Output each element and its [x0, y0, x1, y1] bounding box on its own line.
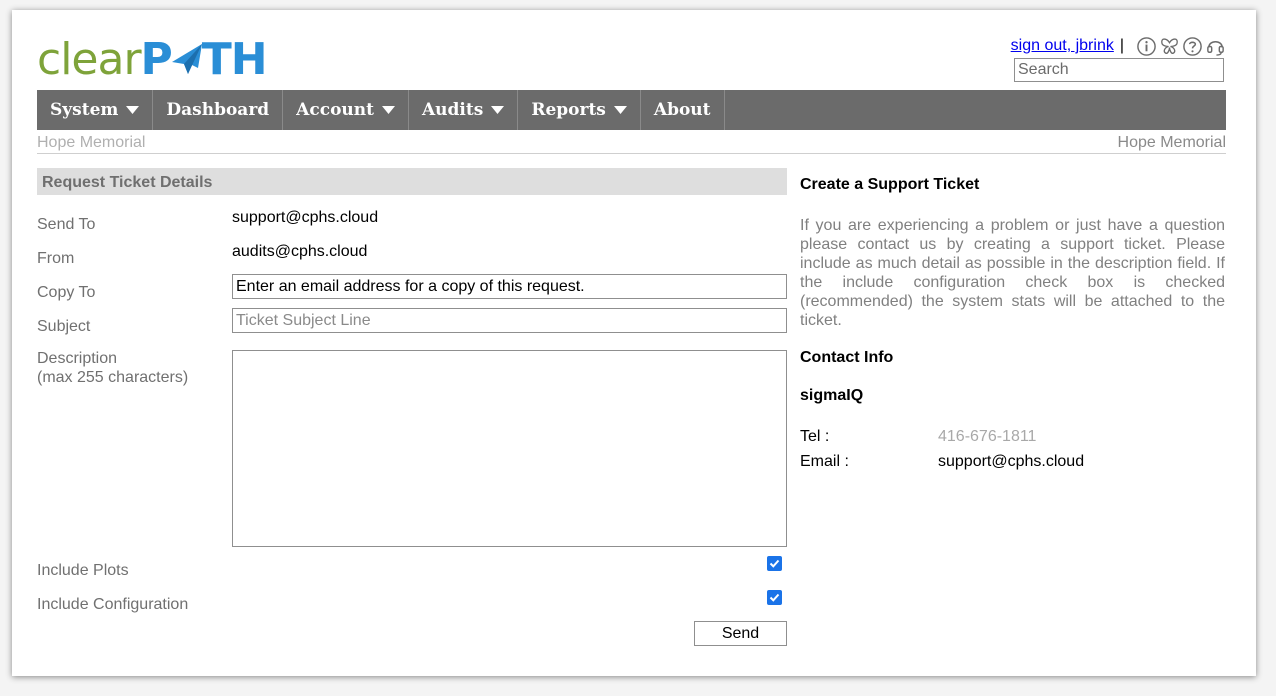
email-value: support@cphs.cloud [938, 453, 1085, 470]
include-config-checkbox[interactable] [767, 590, 782, 605]
include-plots-checkbox[interactable] [767, 556, 782, 571]
description-textarea[interactable] [232, 350, 787, 547]
include-config-label: Include Configuration [37, 596, 189, 613]
contact-title: Contact Info [800, 349, 894, 366]
include-plots-label: Include Plots [37, 562, 129, 579]
main-nav: System Dashboard Account Audits Reports … [37, 90, 1226, 130]
headset-icon[interactable] [1205, 36, 1226, 57]
caret-down-icon [126, 106, 140, 114]
info-icon[interactable] [1136, 36, 1157, 57]
copy-to-input[interactable] [232, 274, 787, 299]
nav-dashboard[interactable]: Dashboard [153, 90, 284, 130]
paper-plane-icon [170, 38, 204, 86]
nav-account[interactable]: Account [283, 90, 409, 130]
search-input[interactable] [1014, 58, 1224, 82]
site-name-right: Hope Memorial [1117, 134, 1226, 151]
tel-value: 416-676-1811 [938, 428, 1037, 445]
email-label: Email : [800, 453, 849, 470]
nav-about[interactable]: About [641, 90, 725, 130]
info-body: If you are experiencing a problem or jus… [800, 217, 1225, 329]
clearpath-logo: clearP TH [37, 34, 268, 86]
caret-down-icon [491, 106, 505, 114]
caret-down-icon [381, 106, 395, 114]
send-button[interactable]: Send [694, 621, 787, 646]
nav-system[interactable]: System [37, 90, 154, 130]
butterfly-icon[interactable] [1159, 36, 1180, 57]
divider [37, 153, 1226, 154]
from-label: From [37, 250, 75, 267]
form-section-title: Request Ticket Details [37, 168, 787, 195]
subject-label: Subject [37, 318, 91, 335]
check-icon [769, 593, 780, 602]
subject-input[interactable] [232, 308, 787, 333]
send-to-label: Send To [37, 216, 96, 233]
send-to-value: support@cphs.cloud [232, 209, 379, 226]
nav-reports[interactable]: Reports [518, 90, 641, 130]
app-window: clearPTH sign out, jbrink | System Dashb… [12, 10, 1256, 676]
description-hint: (max 255 characters) [37, 369, 189, 386]
nav-audits[interactable]: Audits [409, 90, 519, 130]
site-name-left: Hope Memorial [37, 134, 146, 151]
description-label: Description [37, 350, 118, 367]
sign-out-link[interactable]: sign out, jbrink [1011, 37, 1114, 55]
tel-label: Tel : [800, 428, 830, 445]
caret-down-icon [613, 106, 627, 114]
from-value: audits@cphs.cloud [232, 243, 368, 260]
separator: | [1119, 37, 1124, 54]
copy-to-label: Copy To [37, 284, 96, 301]
user-toolbar: sign out, jbrink | [1011, 33, 1226, 59]
info-title: Create a Support Ticket [800, 176, 980, 193]
company-name: sigmaIQ [800, 387, 864, 404]
check-icon [769, 559, 780, 568]
help-icon[interactable] [1182, 36, 1203, 57]
